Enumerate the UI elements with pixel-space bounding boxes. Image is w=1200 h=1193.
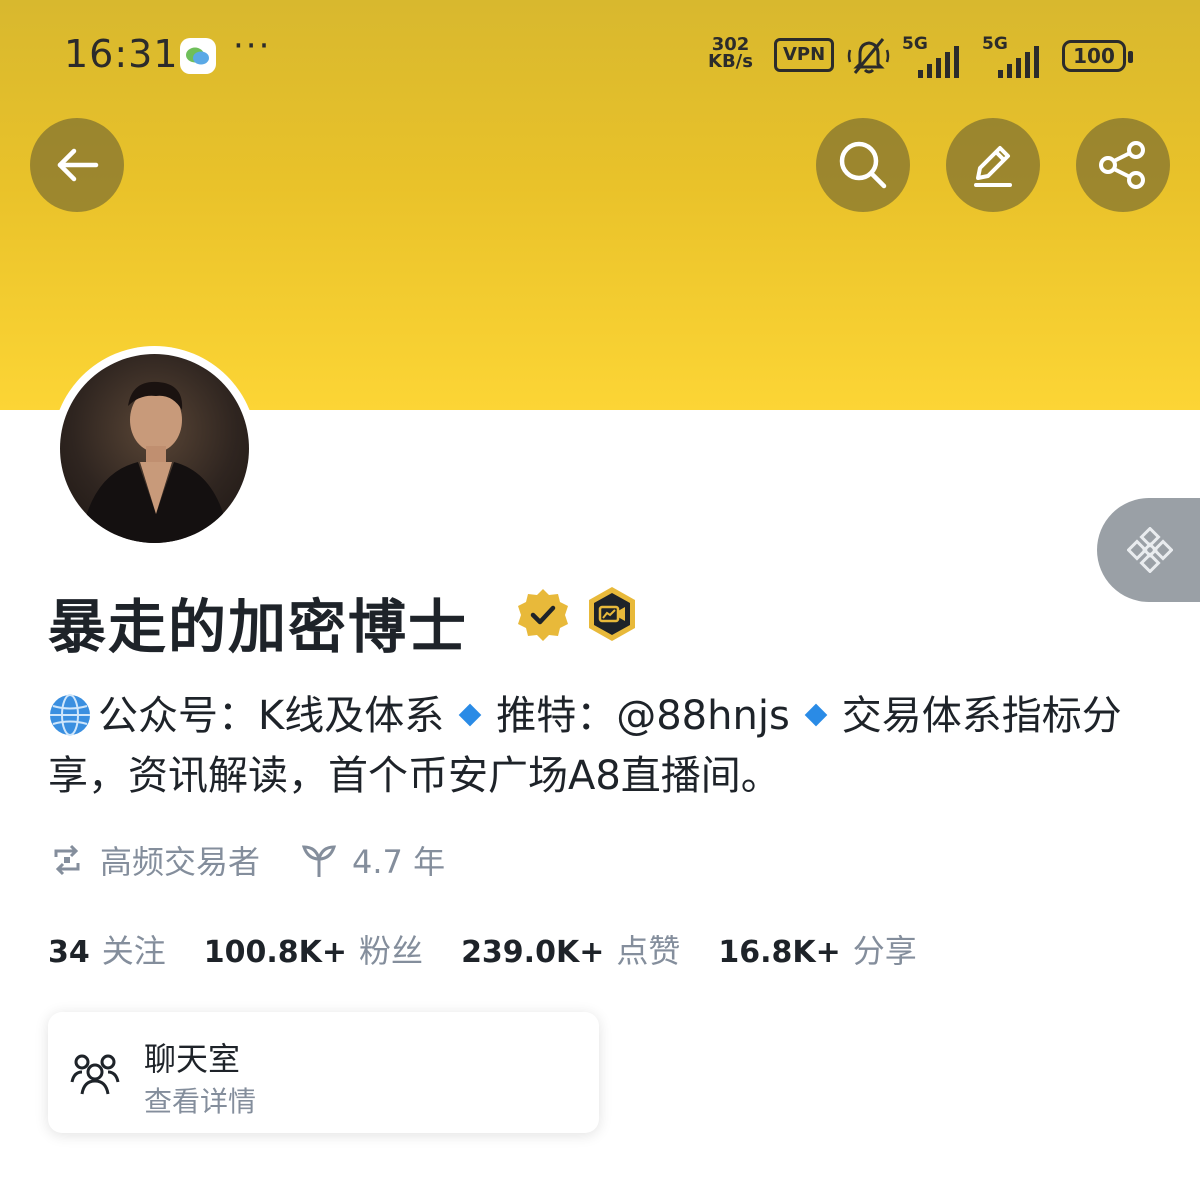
share-icon [1099, 141, 1145, 189]
edit-button[interactable] [946, 118, 1040, 212]
profile-avatar[interactable] [52, 346, 257, 551]
status-bar: 16:31 ··· 302 KB/s VPN 5G 5G 100 [0, 22, 1200, 86]
search-button[interactable] [816, 118, 910, 212]
chat-room-card[interactable]: 聊天室 查看详情 [48, 1012, 599, 1133]
stat-likes[interactable]: 239.0K+ 点赞 [461, 926, 680, 972]
profile-name: 暴走的加密博士 [48, 593, 469, 661]
avatar-photo [60, 354, 249, 543]
binance-float-button[interactable] [1097, 498, 1200, 602]
stat-followers[interactable]: 100.8K+ 粉丝 [204, 926, 423, 972]
profile-meta: 高频交易者 4.7 年 [48, 838, 485, 882]
share-button[interactable] [1076, 118, 1170, 212]
group-users-icon [70, 1054, 120, 1095]
account-tenure: 4.7 年 [300, 837, 445, 883]
trader-type: 高频交易者 [48, 837, 260, 883]
bio-twitter: 推特：@88hnjs [496, 693, 790, 739]
battery-indicator: 100 [1062, 40, 1133, 72]
stat-following[interactable]: 34 关注 [48, 926, 166, 972]
profile-stats: 34 关注 100.8K+ 粉丝 239.0K+ 点赞 16.8K+ 分享 [48, 926, 955, 972]
live-creator-badge-icon[interactable] [582, 584, 642, 644]
bio-official-account: 公众号：K线及体系 [98, 693, 445, 739]
mute-icon [846, 34, 892, 78]
signal-1-icon: 5G [902, 34, 964, 80]
signal-2-icon: 5G [982, 34, 1044, 80]
sprout-icon [301, 845, 337, 877]
globe-icon [48, 693, 92, 737]
arrow-left-icon [57, 148, 99, 182]
chat-room-subtitle: 查看详情 [144, 1085, 257, 1118]
status-time: 16:31 [64, 32, 179, 76]
verified-badge-icon[interactable] [514, 586, 572, 644]
vpn-badge: VPN [774, 38, 835, 72]
diamond-icon [804, 703, 828, 727]
binance-logo-icon [1127, 527, 1173, 573]
swap-icon [54, 844, 80, 876]
diamond-icon [458, 703, 482, 727]
stat-shares[interactable]: 16.8K+ 分享 [718, 926, 916, 972]
chat-room-title: 聊天室 [144, 1040, 241, 1078]
back-button[interactable] [30, 118, 124, 212]
search-icon [839, 141, 887, 189]
network-speed: 302 KB/s [708, 34, 753, 72]
profile-bio: 公众号：K线及体系 推特：@88hnjs 交易体系指标分享，资讯解读，首个币安广场A… [48, 686, 1158, 806]
more-notifications-icon: ··· [233, 26, 272, 66]
pencil-icon [974, 146, 1012, 187]
wechat-icon [180, 38, 216, 74]
